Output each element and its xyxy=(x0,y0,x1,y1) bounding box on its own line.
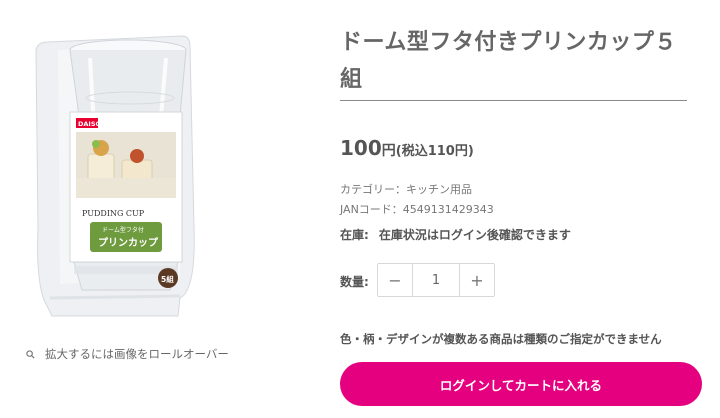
brand-logo: DAISO xyxy=(78,120,102,128)
product-image[interactable]: DAISO PUDDING CUP ドーム型フタ付 プリンカップ 5組 xyxy=(30,28,202,318)
price-yen: 円 xyxy=(381,143,396,159)
label-en: PUDDING CUP xyxy=(82,209,145,218)
variant-note: 色・柄・デザインが複数ある商品は種類のご指定ができません xyxy=(340,332,662,346)
stock-value: 在庫状況はログイン後確認できます xyxy=(378,228,571,242)
product-gallery: DAISO PUDDING CUP ドーム型フタ付 プリンカップ 5組 拡大する… xyxy=(0,0,320,418)
zoom-hint-text: 拡大するには画像をロールオーバー xyxy=(45,347,229,361)
quantity-label: 数量: xyxy=(340,275,369,289)
count-badge: 5組 xyxy=(161,274,174,284)
stock-status: 在庫: 在庫状況はログイン後確認できます xyxy=(340,226,571,243)
jan-code: JANコード：4549131429343 xyxy=(340,203,494,216)
quantity-stepper: − 1 + xyxy=(377,263,495,297)
category: カテゴリー：キッチン用品 xyxy=(340,183,472,196)
stock-label: 在庫: xyxy=(340,228,369,242)
price: 100円(税込110円) xyxy=(340,136,474,160)
price-tax: (税込110円) xyxy=(395,144,474,159)
price-number: 100 xyxy=(340,136,382,160)
decrement-button[interactable]: − xyxy=(378,264,412,296)
product-details: ドーム型フタ付きプリンカップ５組 100円(税込110円) カテゴリー：キッチン… xyxy=(340,0,710,418)
label-jp-small: ドーム型フタ付 xyxy=(102,226,144,234)
title-divider xyxy=(340,100,687,101)
zoom-hint: 拡大するには画像をロールオーバー xyxy=(26,346,229,362)
product-title: ドーム型フタ付きプリンカップ５組 xyxy=(340,30,677,92)
quantity-input[interactable]: 1 xyxy=(412,264,460,296)
search-icon xyxy=(26,349,35,359)
increment-button[interactable]: + xyxy=(460,264,494,296)
add-to-cart-button[interactable]: ログインしてカートに入れる xyxy=(340,362,702,406)
label-jp: プリンカップ xyxy=(98,236,159,249)
